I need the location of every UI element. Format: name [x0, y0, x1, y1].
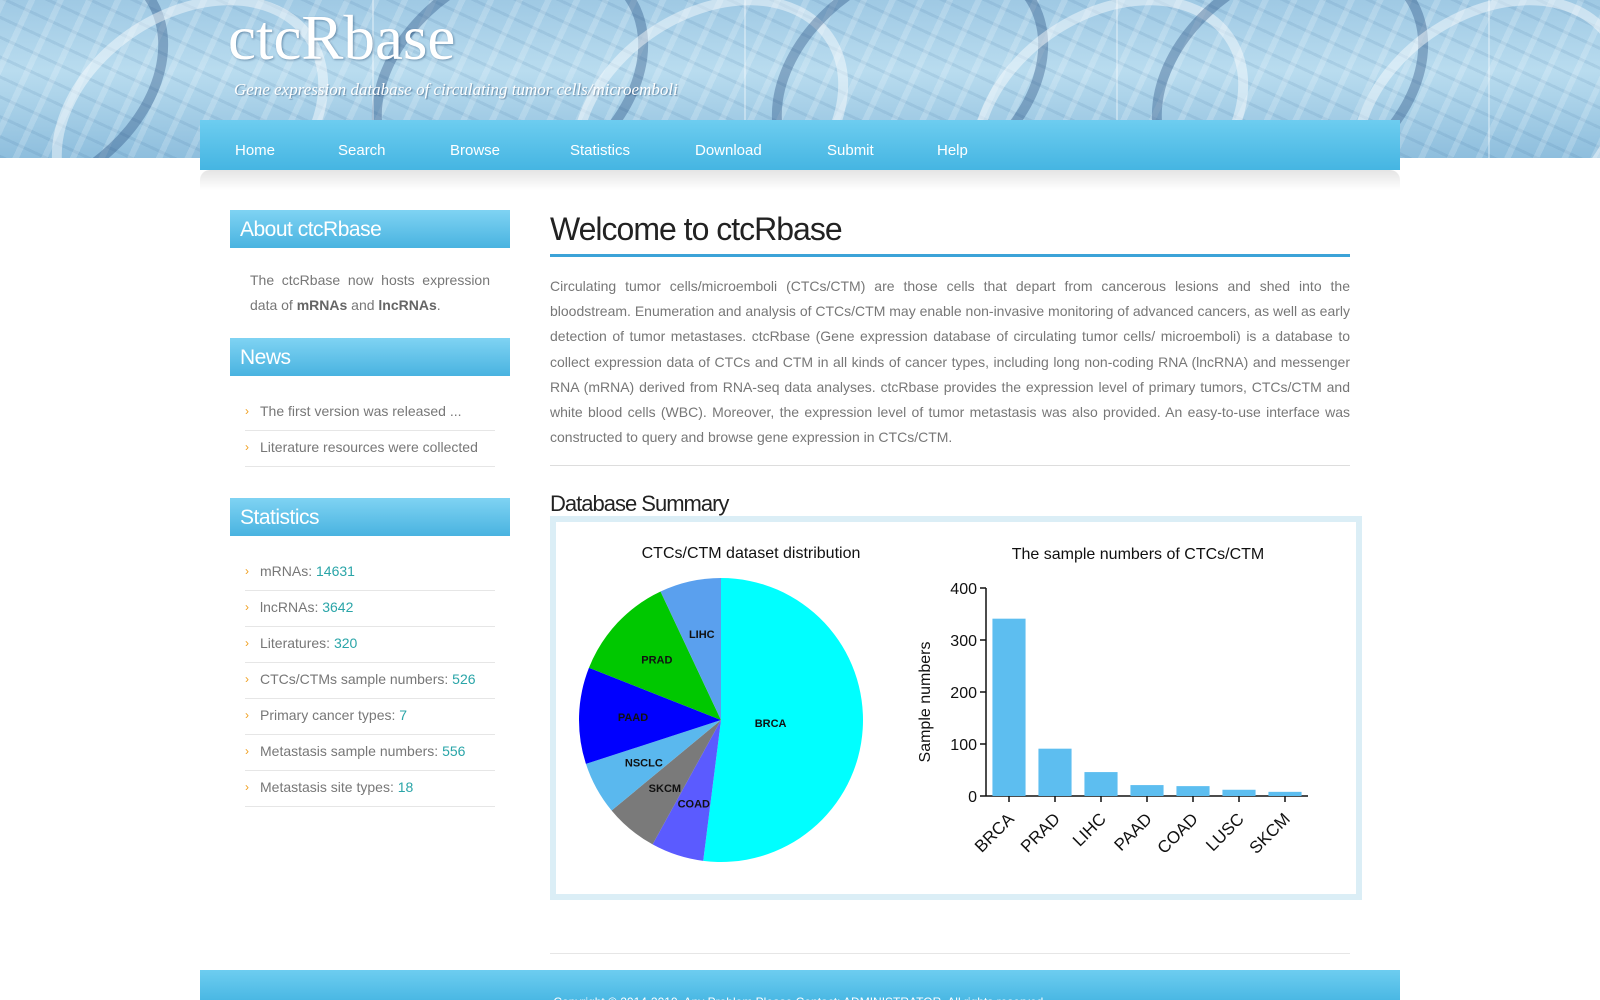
news-item-label: Literature resources were collected	[260, 439, 478, 455]
y-tick-label: 0	[968, 789, 977, 806]
bar-chart-title: The sample numbers of CTCs/CTM	[1012, 546, 1265, 563]
chevron-right-icon: ›	[245, 404, 249, 418]
bar-prad	[1038, 748, 1072, 796]
stat-item-cancer-types: › Primary cancer types: 7	[245, 699, 495, 735]
pie-label: LIHC	[689, 629, 715, 641]
chevron-right-icon: ›	[245, 672, 249, 686]
title-underline	[550, 254, 1350, 257]
stat-value: 18	[397, 779, 414, 795]
stat-value: 526	[452, 671, 476, 687]
stat-label: mRNAs:	[260, 563, 316, 579]
pie-label: NSCLC	[625, 757, 663, 769]
lncrnas-label: lncRNAs	[378, 297, 437, 313]
section-divider	[550, 465, 1350, 466]
about-and: and	[347, 297, 379, 313]
pie-label: COAD	[678, 799, 710, 811]
footer: Copyright © 2014-2019. Any Problem Pleas…	[200, 970, 1400, 1000]
stat-value: 7	[399, 707, 408, 723]
stat-label: Metastasis sample numbers:	[260, 743, 443, 759]
x-tick-label: LUSC	[1202, 809, 1248, 855]
stat-item-ctc-samples: › CTCs/CTMs sample numbers: 526	[245, 663, 495, 699]
chevron-right-icon: ›	[245, 708, 249, 722]
stat-item-metastasis-sites: › Metastasis site types: 18	[245, 771, 495, 807]
pie-label: SKCM	[649, 783, 681, 795]
y-axis-label: Sample numbers	[917, 642, 934, 763]
nav-browse[interactable]: Browse	[450, 142, 500, 159]
section-divider	[550, 953, 1350, 954]
x-tick-label: PRAD	[1017, 809, 1064, 856]
nav-submit[interactable]: Submit	[827, 142, 874, 159]
pie-chart: BRCA COAD SKCM NSCLC PAAD PRAD LIHC	[579, 578, 864, 862]
mrnas-label: mRNAs	[296, 297, 348, 313]
nav-help[interactable]: Help	[937, 142, 968, 159]
chevron-right-icon: ›	[245, 744, 249, 758]
nav-download[interactable]: Download	[695, 142, 762, 159]
news-item[interactable]: › The first version was released ...	[245, 395, 495, 431]
y-tick-label: 100	[950, 737, 977, 754]
x-tick-label: SKCM	[1246, 809, 1294, 857]
summary-title: Database Summary	[550, 491, 729, 516]
statistics-list: › mRNAs: 14631 › lncRNAs: 3642 › Literature…	[245, 555, 495, 807]
stat-item-metastasis-samples: › Metastasis sample numbers: 556	[245, 735, 495, 771]
banner-divider	[1488, 0, 1490, 158]
bar-coad	[1176, 786, 1210, 796]
chevron-right-icon: ›	[245, 636, 249, 650]
nav-search[interactable]: Search	[338, 142, 386, 159]
main-nav: Home Search Browse Statistics Download S…	[200, 120, 1400, 170]
about-heading: About ctcRbase	[230, 210, 510, 248]
stat-label: Primary cancer types:	[260, 707, 400, 723]
stat-item-lncrnas: › lncRNAs: 3642	[245, 591, 495, 627]
pie-label: PRAD	[641, 655, 672, 667]
bar-paad	[1130, 785, 1164, 796]
news-heading: News	[230, 338, 510, 376]
news-list: › The first version was released ... › Lit…	[245, 395, 495, 467]
y-tick-label: 300	[950, 633, 977, 650]
stat-item-literatures: › Literatures: 320	[245, 627, 495, 663]
summary-chart-panel: CTCs/CTM dataset distribution BRCA COAD SK…	[550, 516, 1362, 900]
chevron-right-icon: ›	[245, 780, 249, 794]
pie-label: BRCA	[755, 718, 787, 730]
x-tick-label: BRCA	[971, 809, 1018, 856]
bar-lihc	[1084, 772, 1118, 796]
stat-value: 14631	[316, 563, 355, 579]
bar-brca	[992, 618, 1026, 796]
page-title: Welcome to ctcRbase	[550, 211, 843, 247]
content-top-shadow	[200, 170, 1400, 190]
statistics-heading: Statistics	[230, 498, 510, 536]
x-tick-label: PAAD	[1111, 809, 1156, 854]
stat-item-mrnas: › mRNAs: 14631	[245, 555, 495, 591]
intro-paragraph: Circulating tumor cells/microemboli (CTC…	[550, 278, 1350, 446]
y-tick-label: 400	[950, 581, 977, 598]
stat-label: Metastasis site types:	[260, 779, 398, 795]
site-subtitle: Gene expression database of circulating …	[234, 80, 678, 99]
chevron-right-icon: ›	[245, 564, 249, 578]
chevron-right-icon: ›	[245, 600, 249, 614]
site-title: ctcRbase	[228, 3, 456, 73]
news-item-label: The first version was released ...	[260, 403, 462, 419]
y-tick-label: 200	[950, 685, 977, 702]
stat-value: 320	[333, 635, 358, 651]
bar-skcm	[1268, 791, 1302, 796]
bar-chart: 0 100 200 300 400 Sample numbers BRCA PRAD LIHC P…	[917, 581, 1308, 858]
pie-chart-title: CTCs/CTM dataset distribution	[642, 545, 861, 562]
chevron-right-icon: ›	[245, 440, 249, 454]
x-tick-label: COAD	[1154, 809, 1202, 857]
nav-home[interactable]: Home	[235, 142, 275, 159]
stat-label: CTCs/CTMs sample numbers:	[260, 671, 453, 687]
about-text: The ctcRbase now hosts expression data o…	[250, 268, 490, 318]
about-period: .	[436, 297, 441, 313]
stat-label: lncRNAs:	[260, 599, 323, 615]
summary-charts: CTCs/CTM dataset distribution BRCA COAD SK…	[579, 545, 1308, 862]
news-item[interactable]: › Literature resources were collected	[245, 431, 495, 467]
x-tick-label: LIHC	[1069, 809, 1110, 850]
stat-value: 3642	[322, 599, 354, 615]
stat-label: Literatures:	[260, 635, 334, 651]
stat-value: 556	[442, 743, 466, 759]
pie-label: PAAD	[618, 712, 648, 724]
bar-lusc	[1222, 789, 1256, 796]
nav-statistics[interactable]: Statistics	[570, 142, 630, 159]
